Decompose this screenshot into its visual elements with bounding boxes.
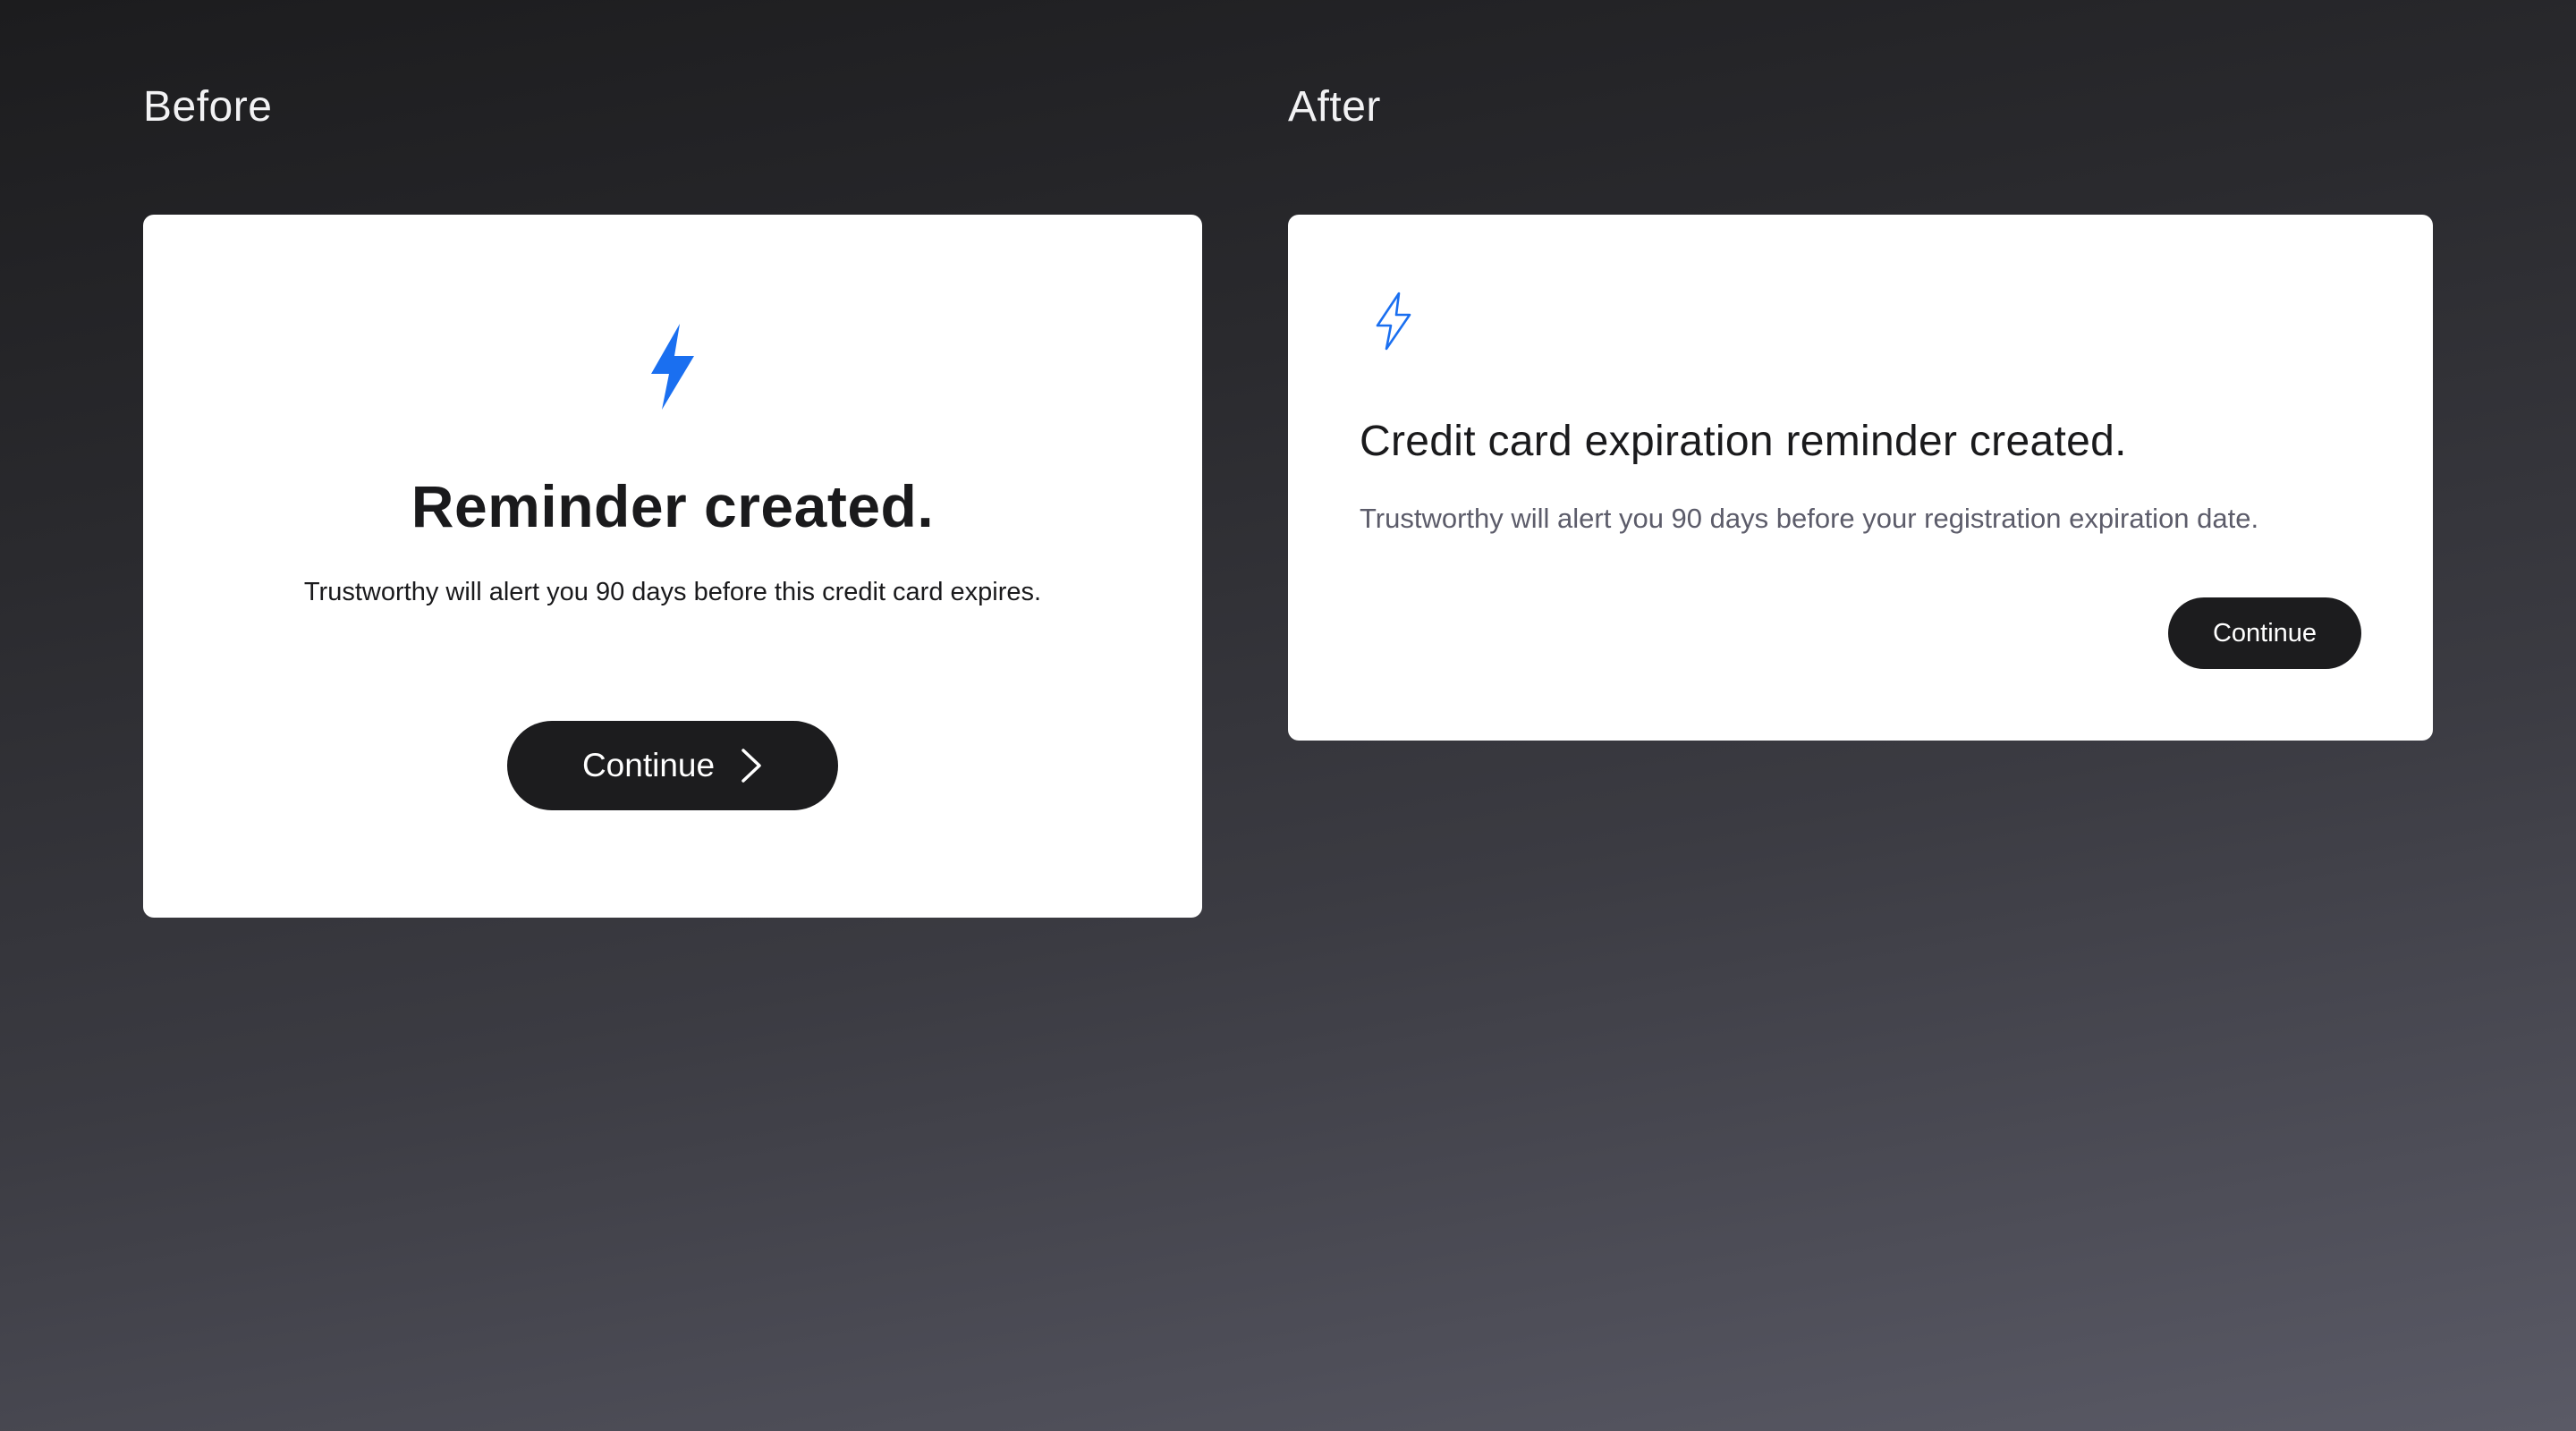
after-card: Credit card expiration reminder created.…: [1288, 215, 2433, 741]
confirmation-description: Trustworthy will alert you 90 days befor…: [303, 578, 1042, 606]
before-label: Before: [143, 83, 273, 131]
continue-button-label: Continue: [2212, 618, 2318, 648]
chevron-right-icon: [741, 749, 761, 783]
continue-button-label: Continue: [581, 747, 716, 783]
continue-button[interactable]: Continue: [507, 721, 838, 810]
confirmation-title: Reminder created.: [411, 473, 935, 539]
before-card: Reminder created. Trustworthy will alert…: [143, 215, 1202, 918]
lightning-bolt-icon: [649, 324, 696, 410]
lightning-bolt-icon: [1374, 292, 1413, 351]
after-label: After: [1288, 83, 1381, 131]
confirmation-title: Credit card expiration reminder created.: [1360, 418, 2127, 465]
confirmation-description: Trustworthy will alert you 90 days befor…: [1360, 503, 2259, 534]
continue-button[interactable]: Continue: [2168, 597, 2361, 669]
